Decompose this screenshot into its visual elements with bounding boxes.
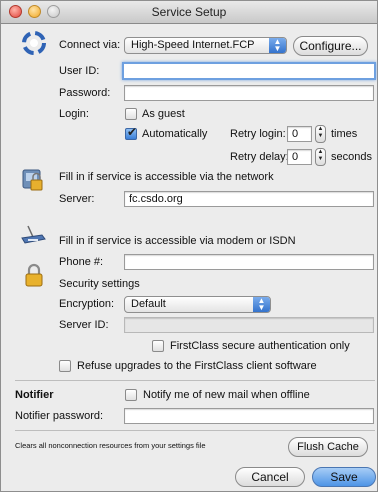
retry-login-stepper[interactable]: ▲ ▼: [315, 125, 326, 143]
connect-via-label: Connect via:: [59, 39, 121, 51]
retry-login-field[interactable]: 0: [287, 126, 312, 142]
divider: [15, 430, 375, 431]
automatically-label: Automatically: [142, 128, 208, 140]
times-label: times: [331, 128, 358, 140]
network-lock-icon: [22, 169, 43, 191]
popup-arrows-icon: ▲ ▼: [253, 297, 270, 312]
login-label: Login:: [59, 108, 89, 120]
server-id-field[interactable]: [124, 317, 374, 333]
as-guest-label: As guest: [142, 108, 185, 120]
seconds-label: seconds: [331, 151, 372, 163]
retry-delay-field[interactable]: 0: [287, 149, 312, 165]
server-id-label: Server ID:: [59, 319, 109, 331]
notifier-heading: Notifier: [15, 389, 54, 401]
save-button[interactable]: Save: [312, 467, 376, 487]
connect-via-value: High-Speed Internet.FCP: [131, 39, 255, 51]
retry-login-label: Retry login:: [230, 128, 286, 140]
refuse-upgrades-checkbox[interactable]: [59, 360, 71, 372]
network-heading: Fill in if service is accessible via the…: [59, 171, 274, 183]
encryption-value: Default: [131, 298, 166, 310]
password-field[interactable]: [124, 85, 374, 101]
cache-description: Clears all nonconnection resources from …: [15, 441, 206, 450]
refuse-upgrades-label: Refuse upgrades to the FirstClass client…: [77, 360, 317, 372]
phone-label: Phone #:: [59, 256, 104, 268]
configure-button[interactable]: Configure...: [293, 36, 368, 56]
automatically-checkbox[interactable]: ✔: [125, 125, 138, 140]
notifier-password-field[interactable]: [124, 408, 374, 424]
server-field[interactable]: fc.csdo.org: [124, 191, 374, 207]
modem-icon: [21, 225, 46, 244]
secure-auth-checkbox[interactable]: [152, 340, 164, 352]
encryption-popup[interactable]: Default ▲ ▼: [124, 296, 271, 313]
divider: [15, 380, 375, 381]
connect-via-popup[interactable]: High-Speed Internet.FCP ▲ ▼: [124, 37, 287, 54]
server-label: Server:: [59, 193, 95, 205]
notifier-password-label: Notifier password:: [15, 410, 104, 422]
notify-offline-label: Notify me of new mail when offline: [143, 389, 310, 401]
modem-heading: Fill in if service is accessible via mod…: [59, 235, 296, 247]
title-bar: Service Setup: [1, 1, 377, 24]
notify-offline-checkbox[interactable]: [125, 389, 137, 401]
phone-field[interactable]: [124, 254, 374, 270]
checkmark-icon: ✔: [127, 125, 138, 139]
retry-delay-label: Retry delay:: [230, 151, 289, 163]
security-heading: Security settings: [59, 278, 140, 290]
user-id-label: User ID:: [59, 65, 100, 77]
user-id-field[interactable]: [122, 62, 376, 80]
encryption-label: Encryption:: [59, 298, 115, 310]
window-title: Service Setup: [151, 5, 227, 19]
flush-cache-button[interactable]: Flush Cache: [288, 437, 368, 457]
lock-icon: [25, 263, 43, 287]
firstclass-connection-icon: [22, 31, 46, 55]
password-label: Password:: [59, 87, 111, 99]
cancel-button[interactable]: Cancel: [235, 467, 305, 487]
secure-auth-label: FirstClass secure authentication only: [170, 340, 350, 352]
service-setup-window: Service Setup Connect via: High-Speed In…: [0, 0, 378, 492]
as-guest-checkbox[interactable]: [125, 108, 137, 120]
retry-delay-stepper[interactable]: ▲ ▼: [315, 148, 326, 166]
popup-arrows-icon: ▲ ▼: [269, 38, 286, 53]
